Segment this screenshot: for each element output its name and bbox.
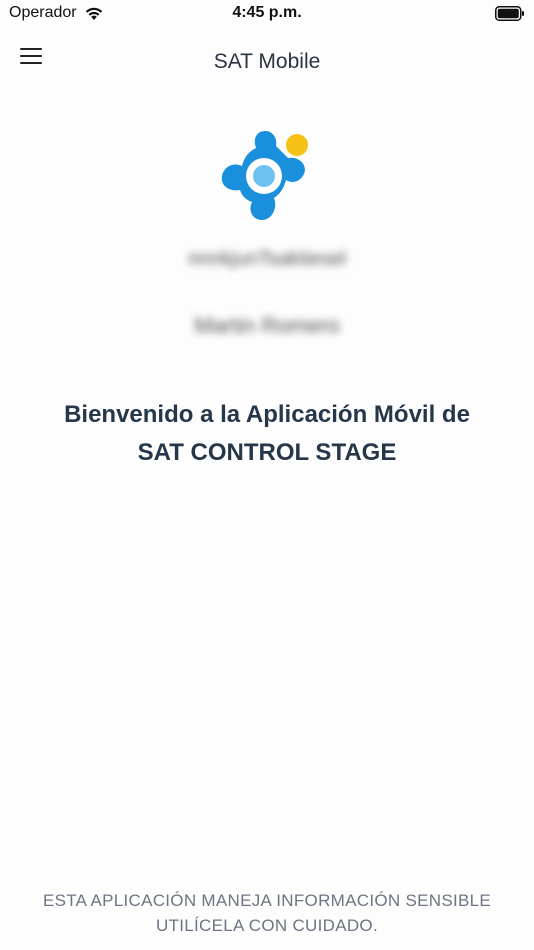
footer-line-1: ESTA APLICACIÓN MANEJA INFORMACIÓN SENSI…	[42, 891, 492, 910]
status-bar: Operador 4:45 p.m.	[0, 0, 534, 28]
footer-line-2: UTILÍCELA CON CUIDADO.	[156, 916, 378, 935]
clock-time: 4:45 p.m.	[232, 4, 302, 21]
screen: Operador 4:45 p.m. SAT Mobile nnnkjunTsa…	[0, 0, 534, 950]
page-title: SAT Mobile	[213, 50, 321, 73]
logo-yellow-dot	[286, 134, 308, 156]
user-name-blurred: Martin Romero	[194, 313, 340, 338]
welcome-line-2: SAT CONTROL STAGE	[137, 439, 397, 466]
welcome-message: Bienvenido a la Aplicación Móvil de SAT …	[0, 396, 534, 472]
navigation-bar: SAT Mobile	[0, 28, 534, 98]
logo-light-blue-dot	[253, 165, 275, 187]
app-logo	[221, 130, 308, 220]
welcome-line-1: Bienvenido a la Aplicación Móvil de	[64, 401, 470, 428]
user-id-blurred: nnnkjunTsaktiesel	[188, 248, 346, 270]
sensitive-info-warning: ESTA APLICACIÓN MANEJA INFORMACIÓN SENSI…	[0, 888, 534, 938]
battery-icon	[495, 6, 524, 21]
